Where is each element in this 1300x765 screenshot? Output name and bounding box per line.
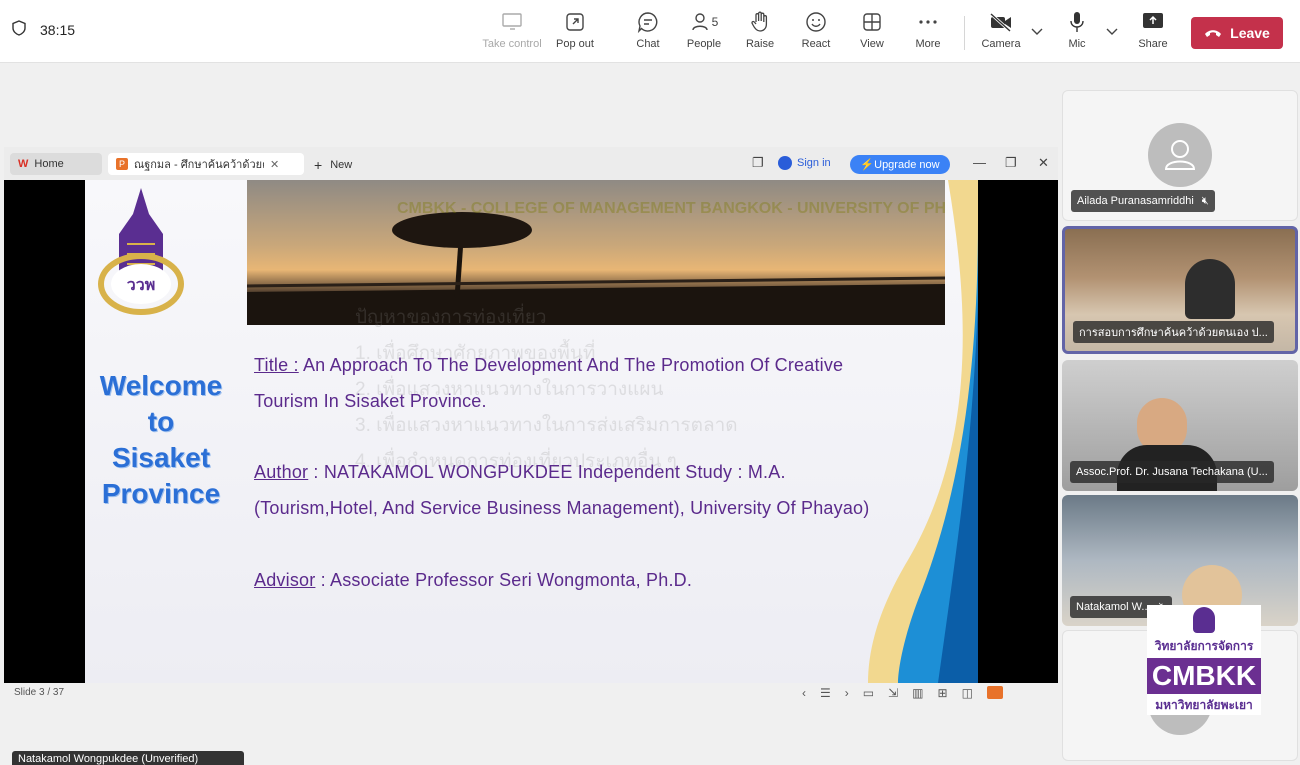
view-button[interactable]: View bbox=[842, 10, 902, 56]
close-window-icon[interactable]: ✕ bbox=[1038, 155, 1049, 171]
cmbkk-logo-overlay: วิทยาลัยการจัดการ CMBKK มหาวิทยาลัยพะเยา bbox=[1147, 605, 1261, 715]
maximize-icon[interactable]: ❐ bbox=[1005, 155, 1017, 171]
slide-viewport: ววพ Welcome to Sisaket Province CMBKK - … bbox=[4, 180, 1058, 683]
grid-icon bbox=[862, 10, 882, 34]
more-button[interactable]: More bbox=[898, 10, 958, 56]
slide-author-line-2: (Tourism,Hotel, And Service Business Man… bbox=[254, 498, 870, 518]
shield-icon bbox=[12, 20, 26, 39]
people-icon: 5 bbox=[690, 10, 719, 34]
notes-icon[interactable]: ▭ bbox=[863, 686, 874, 700]
pop-out-button[interactable]: Pop out bbox=[545, 10, 605, 56]
participant-tile[interactable]: Assoc.Prof. Dr. Jusana Techakana (U... bbox=[1062, 360, 1298, 491]
upgrade-button[interactable]: ⚡ Upgrade now bbox=[850, 155, 950, 174]
presentation-status-bar: Slide 3 / 37 ‹ ☰ › ▭ ⇲ ▥ ⊞ ◫ bbox=[4, 683, 1058, 704]
take-control-button[interactable]: Take control bbox=[482, 10, 542, 56]
browser-tab-bar: W Home P ณฐกมล - ศึกษาค้นคว้าด้วยตัวเอ ✕… bbox=[4, 147, 1058, 180]
restore-window-icon[interactable]: ❐ bbox=[752, 155, 764, 171]
slide-number: Slide 3 / 37 bbox=[14, 687, 65, 698]
camera-button[interactable]: Camera bbox=[971, 10, 1031, 56]
smiley-icon bbox=[805, 10, 827, 34]
user-avatar-icon bbox=[778, 156, 792, 170]
camera-off-icon bbox=[989, 10, 1013, 34]
slide-advisor-line: Advisor : Associate Professor Seri Wongm… bbox=[254, 570, 693, 590]
meeting-timer: 38:15 bbox=[12, 20, 75, 39]
next-slide-icon[interactable]: › bbox=[845, 686, 849, 700]
previous-slide-icon[interactable]: ‹ bbox=[802, 686, 806, 700]
video-feed bbox=[1185, 259, 1235, 319]
export-icon[interactable]: ⇲ bbox=[888, 686, 898, 700]
participant-name-badge: การสอบการศึกษาค้นคว้าด้วยตนเอง ป... bbox=[1073, 321, 1274, 343]
raise-hand-button[interactable]: Raise bbox=[730, 10, 790, 56]
new-tab-button[interactable]: + New bbox=[314, 157, 352, 173]
people-count: 5 bbox=[711, 15, 719, 29]
shared-screen: W Home P ณฐกมล - ศึกษาค้นคว้าด้วยตัวเอ ✕… bbox=[4, 147, 1058, 704]
participant-name-badge: Assoc.Prof. Dr. Jusana Techakana (U... bbox=[1070, 461, 1274, 483]
microphone-icon bbox=[1068, 10, 1086, 34]
faded-background-text: ปัญหาของการท่องเที่ยว 1. เพื่อศึกษาศักยภ… bbox=[355, 307, 738, 472]
phone-hangup-icon bbox=[1204, 25, 1222, 41]
slide-sorter-icon[interactable]: ⊞ bbox=[938, 686, 948, 700]
slide-list-icon[interactable]: ☰ bbox=[820, 686, 831, 700]
avatar bbox=[1148, 123, 1212, 187]
lightning-icon: ⚡ bbox=[860, 159, 875, 171]
participant-tile[interactable]: Ailada Puranasamriddhi 🔇︎ bbox=[1062, 90, 1298, 221]
tab-document[interactable]: P ณฐกมล - ศึกษาค้นคว้าด้วยตัวเอ ✕ bbox=[108, 153, 304, 175]
participant-name-badge: Ailada Puranasamriddhi 🔇︎ bbox=[1071, 190, 1215, 212]
people-button[interactable]: 5 People bbox=[674, 10, 734, 56]
play-slideshow-icon[interactable] bbox=[986, 686, 1003, 699]
self-view-name-badge: Natakamol Wongpukdee (Unverified) bbox=[12, 751, 244, 765]
slide-title-line-2: Tourism In Sisaket Province. bbox=[254, 391, 487, 411]
sign-in-button[interactable]: Sign in bbox=[778, 156, 831, 170]
mic-options-chevron-icon[interactable] bbox=[1104, 24, 1120, 40]
mic-muted-icon: 🔇︎ bbox=[1201, 194, 1209, 207]
seal-icon bbox=[1193, 607, 1215, 633]
wps-logo-icon: W bbox=[18, 158, 29, 170]
chat-button[interactable]: Chat bbox=[618, 10, 678, 56]
leave-button[interactable]: Leave bbox=[1191, 17, 1283, 49]
mic-button[interactable]: Mic bbox=[1047, 10, 1107, 56]
react-button[interactable]: React bbox=[786, 10, 846, 56]
welcome-heading: Welcome to Sisaket Province bbox=[99, 370, 223, 509]
hand-icon bbox=[750, 10, 770, 34]
meeting-toolbar: 38:15 Take control Pop out Chat 5 People… bbox=[0, 0, 1300, 63]
reading-view-icon[interactable]: ◫ bbox=[962, 686, 973, 700]
university-seal-logo: ววพ bbox=[91, 184, 191, 324]
svg-text:ววพ: ววพ bbox=[127, 275, 156, 294]
pop-out-icon bbox=[565, 10, 585, 34]
camera-options-chevron-icon[interactable] bbox=[1029, 24, 1045, 40]
timer-text: 38:15 bbox=[40, 21, 76, 38]
close-tab-icon[interactable]: ✕ bbox=[270, 158, 279, 171]
toolbar-divider bbox=[964, 16, 965, 50]
minimize-icon[interactable]: — bbox=[973, 155, 986, 170]
chat-icon bbox=[637, 10, 659, 34]
take-control-icon bbox=[501, 10, 523, 34]
tab-home[interactable]: W Home bbox=[10, 153, 102, 175]
plus-icon: + bbox=[314, 157, 323, 173]
slide-author-line-1: Author : NATAKAMOL WONGPUKDEE Independen… bbox=[254, 462, 786, 482]
person-icon bbox=[1164, 140, 1196, 170]
more-dots-icon bbox=[918, 10, 938, 34]
participant-tile-active[interactable]: การสอบการศึกษาค้นคว้าด้วยตนเอง ป... bbox=[1062, 226, 1298, 354]
share-screen-icon bbox=[1142, 10, 1164, 34]
share-button[interactable]: Share bbox=[1123, 10, 1183, 56]
presentation-slide: ววพ Welcome to Sisaket Province CMBKK - … bbox=[85, 180, 978, 683]
slide-title-line-1: Title : An Approach To The Development A… bbox=[254, 355, 844, 375]
normal-view-icon[interactable]: ▥ bbox=[912, 686, 923, 700]
presentation-file-icon: P bbox=[116, 158, 128, 170]
